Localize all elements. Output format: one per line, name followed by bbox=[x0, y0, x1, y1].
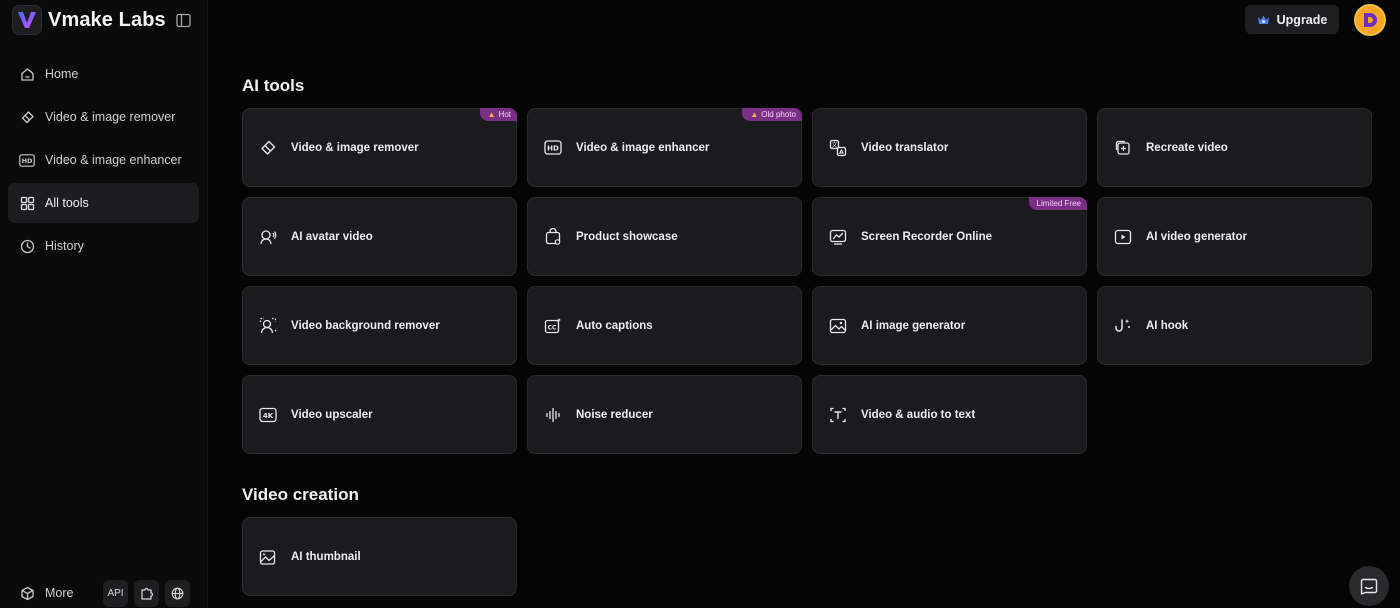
sidebar-item-label: History bbox=[45, 239, 84, 253]
badge-old-photo: ▲ Old photo bbox=[742, 108, 802, 121]
thumbnail-icon bbox=[259, 548, 277, 566]
chat-support-button[interactable] bbox=[1349, 566, 1389, 606]
svg-text:文: 文 bbox=[831, 141, 837, 149]
cc-icon: CC bbox=[544, 317, 562, 335]
tool-card-video-translator[interactable]: 文A Video translator bbox=[812, 108, 1087, 187]
tool-card-ai-image-generator[interactable]: AI image generator bbox=[812, 286, 1087, 365]
eraser-icon bbox=[259, 139, 277, 157]
badge-hot: ▲ Hot bbox=[479, 108, 517, 121]
vmake-logo-icon bbox=[12, 5, 42, 35]
svg-text:4K: 4K bbox=[263, 412, 274, 420]
section-title-ai-tools: AI tools bbox=[242, 76, 305, 95]
hd-icon: HD bbox=[19, 152, 35, 168]
sidebar-nav: Home Video & image remover HD Video & im… bbox=[8, 54, 199, 269]
tool-card-label: AI thumbnail bbox=[291, 550, 361, 563]
tool-card-label: Screen Recorder Online bbox=[861, 230, 993, 243]
tool-card-label: AI image generator bbox=[861, 319, 966, 332]
tool-card-auto-captions[interactable]: CC Auto captions bbox=[527, 286, 802, 365]
recreate-icon bbox=[1114, 139, 1132, 157]
sidebar-item-label: Home bbox=[45, 67, 79, 81]
tool-card-video-audio-to-text[interactable]: Video & audio to text bbox=[812, 375, 1087, 454]
person-bg-icon bbox=[259, 317, 277, 335]
tool-card-label: Auto captions bbox=[576, 319, 653, 332]
tool-card-label: Video & image remover bbox=[291, 141, 419, 154]
eraser-icon bbox=[19, 109, 35, 125]
tool-card-label: Video & image enhancer bbox=[576, 141, 710, 154]
tool-card-video-image-enhancer[interactable]: HD Video & image enhancer ▲ Old photo bbox=[527, 108, 802, 187]
cube-icon bbox=[19, 585, 35, 601]
product-bag-icon bbox=[544, 227, 562, 246]
hook-icon bbox=[1114, 317, 1132, 335]
sidebar: Vmake Labs Home Video & image remover HD… bbox=[0, 0, 208, 608]
brand[interactable]: Vmake Labs bbox=[12, 4, 166, 36]
language-button[interactable] bbox=[165, 579, 190, 607]
tool-card-label: Video & audio to text bbox=[861, 408, 976, 421]
translate-icon: 文A bbox=[829, 139, 847, 157]
tool-card-ai-video-generator[interactable]: AI video generator bbox=[1097, 197, 1372, 276]
tool-card-video-image-remover[interactable]: Video & image remover ▲ Hot bbox=[242, 108, 517, 187]
upgrade-button[interactable]: Upgrade bbox=[1245, 5, 1339, 34]
tool-card-label: Video translator bbox=[861, 141, 949, 154]
image-icon bbox=[829, 317, 847, 335]
sidebar-item-history[interactable]: History bbox=[8, 226, 199, 266]
hd-icon: HD bbox=[544, 139, 562, 157]
svg-text:CC: CC bbox=[548, 324, 557, 331]
sidebar-item-home[interactable]: Home bbox=[8, 54, 199, 94]
sidebar-item-label: All tools bbox=[45, 196, 89, 210]
chat-icon bbox=[1360, 577, 1378, 595]
sidebar-toggle-icon[interactable] bbox=[175, 12, 191, 28]
avatar[interactable] bbox=[1354, 4, 1386, 36]
badge-limited-free: Limited Free bbox=[1028, 197, 1087, 210]
tool-card-label: AI video generator bbox=[1146, 230, 1247, 243]
avatar-speak-icon bbox=[259, 228, 277, 246]
sidebar-item-label: Video & image enhancer bbox=[45, 153, 182, 167]
tool-card-label: Recreate video bbox=[1146, 141, 1228, 154]
svg-text:HD: HD bbox=[22, 157, 33, 165]
upgrade-label: Upgrade bbox=[1276, 12, 1328, 27]
globe-icon bbox=[171, 587, 184, 600]
tool-card-label: Video background remover bbox=[291, 319, 440, 332]
tool-card-label: Noise reducer bbox=[576, 408, 653, 421]
tool-card-video-upscaler[interactable]: 4K Video upscaler bbox=[242, 375, 517, 454]
4k-icon: 4K bbox=[259, 406, 277, 424]
tool-card-label: AI avatar video bbox=[291, 230, 373, 243]
tool-card-product-showcase[interactable]: Product showcase bbox=[527, 197, 802, 276]
tool-card-noise-reducer[interactable]: Noise reducer bbox=[527, 375, 802, 454]
tool-card-ai-hook[interactable]: AI hook bbox=[1097, 286, 1372, 365]
more-button[interactable]: More bbox=[8, 585, 73, 601]
tool-card-video-background-remover[interactable]: Video background remover bbox=[242, 286, 517, 365]
tool-card-ai-avatar-video[interactable]: AI avatar video bbox=[242, 197, 517, 276]
footer-buttons: API bbox=[103, 579, 190, 607]
more-label: More bbox=[45, 586, 74, 600]
home-icon bbox=[19, 66, 35, 82]
brand-name: Vmake Labs bbox=[48, 8, 166, 31]
svg-text:HD: HD bbox=[547, 145, 559, 153]
plugin-button[interactable] bbox=[134, 579, 159, 607]
tool-card-screen-recorder-online[interactable]: Screen Recorder Online Limited Free bbox=[812, 197, 1087, 276]
svg-text:A: A bbox=[839, 149, 844, 156]
tool-card-ai-thumbnail[interactable]: AI thumbnail bbox=[242, 517, 517, 596]
puzzle-icon bbox=[140, 587, 153, 600]
flame-icon: ▲ bbox=[750, 110, 759, 119]
sidebar-item-video-image-remover[interactable]: Video & image remover bbox=[8, 97, 199, 137]
clock-icon bbox=[19, 238, 35, 254]
screen-recorder-icon bbox=[829, 228, 847, 246]
sidebar-footer: More API bbox=[8, 578, 199, 608]
tool-card-label: AI hook bbox=[1146, 319, 1189, 332]
flame-icon: ▲ bbox=[487, 110, 496, 119]
grid-icon bbox=[19, 195, 35, 211]
avatar-d-icon bbox=[1364, 13, 1377, 27]
play-box-icon bbox=[1114, 228, 1132, 246]
sidebar-item-video-image-enhancer[interactable]: HD Video & image enhancer bbox=[8, 140, 199, 180]
tool-card-recreate-video[interactable]: Recreate video bbox=[1097, 108, 1372, 187]
tool-card-label: Product showcase bbox=[576, 230, 678, 243]
sidebar-item-all-tools[interactable]: All tools bbox=[8, 183, 199, 223]
section-title-video-creation: Video creation bbox=[242, 485, 359, 504]
waveform-icon bbox=[544, 406, 562, 424]
sidebar-item-label: Video & image remover bbox=[45, 110, 176, 124]
api-button[interactable]: API bbox=[103, 579, 128, 607]
crown-icon bbox=[1257, 13, 1271, 27]
tool-card-label: Video upscaler bbox=[291, 408, 373, 421]
text-cursor-icon bbox=[829, 406, 847, 424]
